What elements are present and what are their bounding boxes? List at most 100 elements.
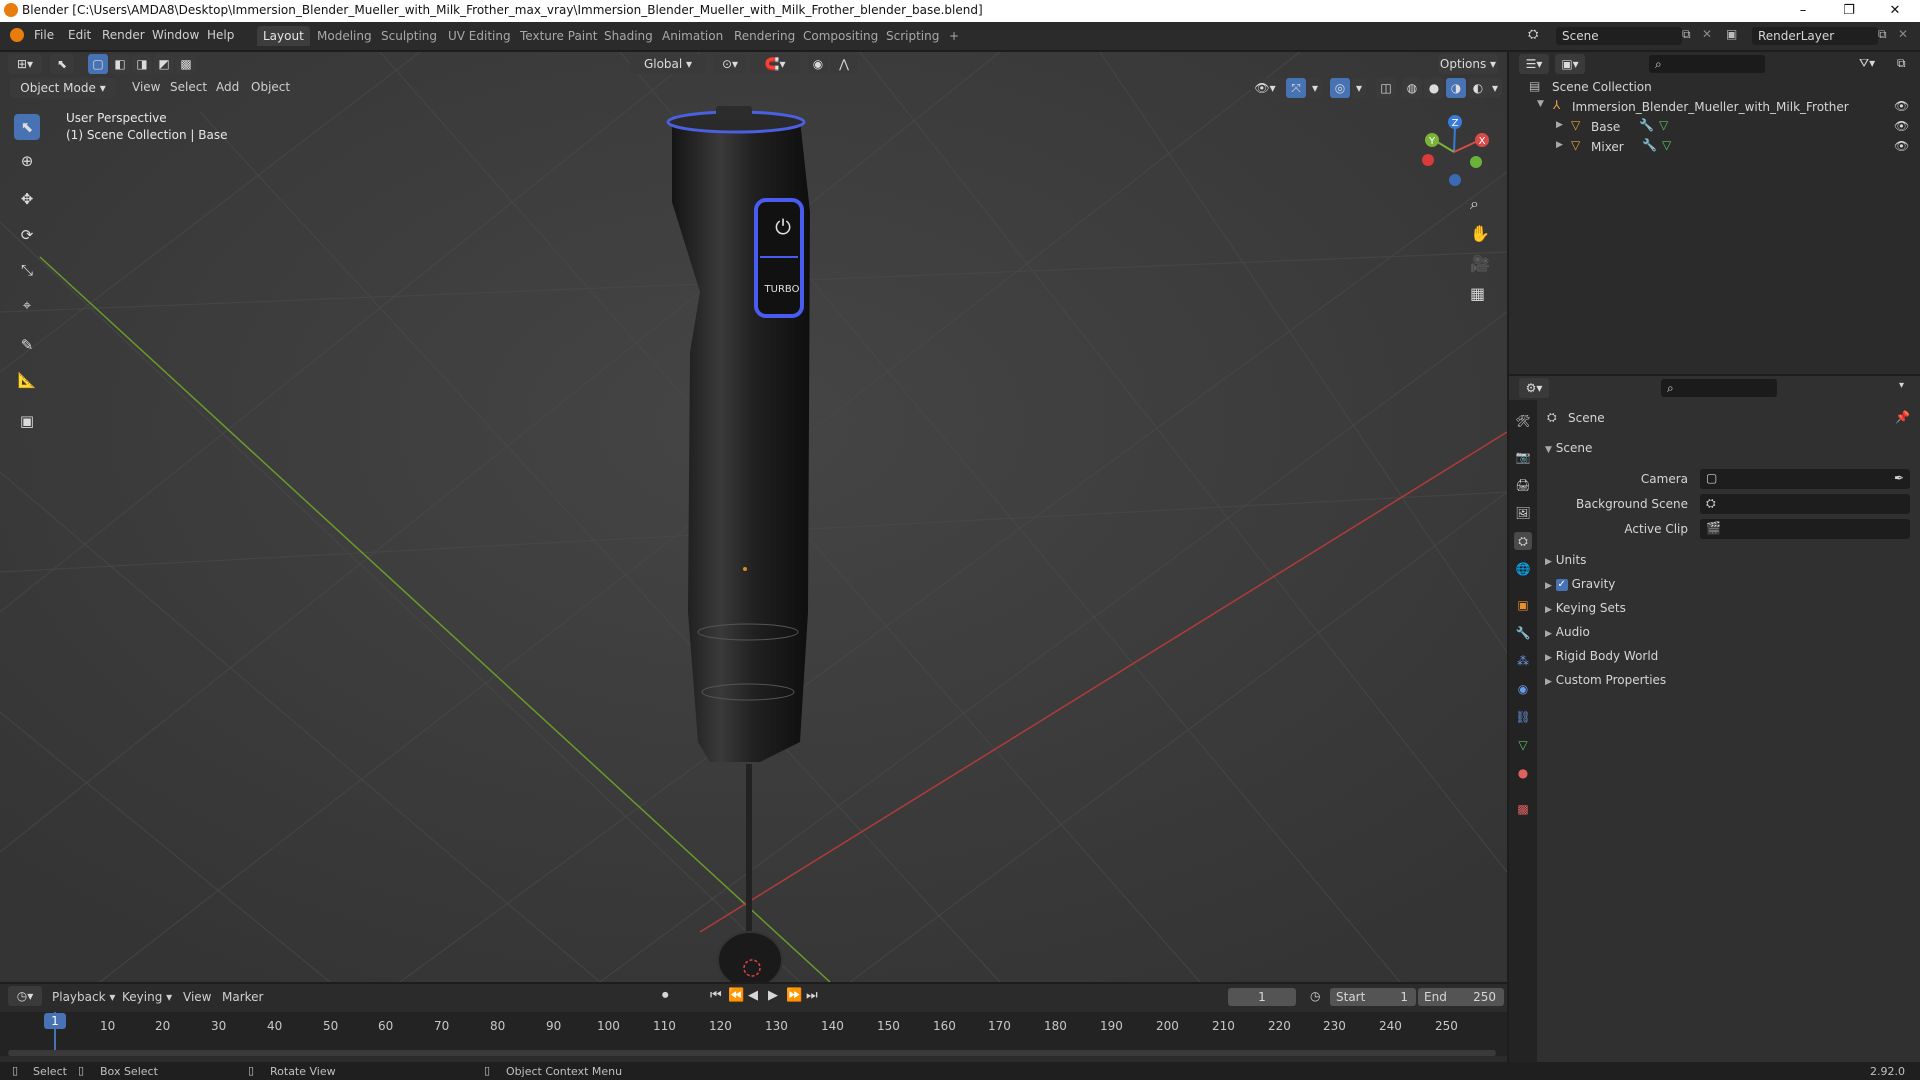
outliner-item-mixer[interactable]: Mixer bbox=[1591, 140, 1624, 154]
jump-keyframe-back-icon[interactable]: ⏪ bbox=[728, 988, 744, 1003]
current-frame-field[interactable]: 1 bbox=[1228, 988, 1296, 1006]
start-frame-field[interactable]: Start 1 bbox=[1330, 988, 1416, 1006]
pivot-point-icon[interactable]: ⊙▾ bbox=[714, 54, 746, 74]
overlay-dropdown-icon[interactable]: ▾ bbox=[1352, 78, 1366, 98]
blender-menu-icon[interactable] bbox=[10, 28, 24, 42]
viewport-menu-object[interactable]: Object bbox=[251, 80, 290, 94]
3d-viewport[interactable]: ⏻ TURBO Z X Y User Perspective (1) Scene bbox=[0, 52, 1507, 982]
visibility-eye-icon[interactable]: 👁 bbox=[1894, 99, 1909, 113]
gravity-checkbox[interactable]: ✓ bbox=[1555, 578, 1568, 591]
viewport-menu-select[interactable]: Select bbox=[170, 80, 207, 94]
texture-tab-icon[interactable]: ▩ bbox=[1514, 800, 1532, 818]
eyedropper-icon[interactable]: ✒ bbox=[1894, 471, 1904, 485]
tab-sculpting[interactable]: Sculpting bbox=[375, 26, 443, 46]
visibility-eye-icon[interactable]: 👁 bbox=[1894, 119, 1909, 133]
material-tab-icon[interactable]: ● bbox=[1514, 764, 1532, 782]
background-scene-field[interactable]: ⛭ bbox=[1700, 494, 1910, 514]
snap-icon[interactable]: 🧲▾ bbox=[750, 54, 800, 74]
rotate-tool-icon[interactable]: ⟳ bbox=[14, 222, 40, 248]
annotate-tool-icon[interactable]: ✎ bbox=[14, 332, 40, 358]
new-renderlayer-icon[interactable]: ⧉ bbox=[1878, 27, 1887, 42]
modifier-tab-icon[interactable]: 🔧 bbox=[1514, 624, 1532, 642]
options-dropdown[interactable]: Options ▾ bbox=[1438, 54, 1498, 74]
outliner-editor-type-icon[interactable]: ☰▾ bbox=[1519, 54, 1549, 74]
outliner-search-input[interactable]: ⌕ bbox=[1649, 55, 1765, 73]
menu-file[interactable]: File bbox=[34, 28, 54, 42]
jump-keyframe-forward-icon[interactable]: ⏩ bbox=[786, 988, 802, 1003]
physics-tab-icon[interactable]: ◉ bbox=[1514, 680, 1532, 698]
custom-properties-panel-header[interactable]: ▶ Custom Properties bbox=[1545, 673, 1666, 687]
select-invert-icon[interactable]: ◩ bbox=[154, 54, 174, 74]
viewport-menu-view[interactable]: View bbox=[132, 80, 160, 94]
filter-icon[interactable]: ⛛▾ bbox=[1859, 56, 1875, 71]
expand-chevron-icon[interactable]: ▶ bbox=[1556, 120, 1563, 130]
tool-select-icon[interactable]: ⬉ bbox=[50, 54, 74, 74]
menu-help[interactable]: Help bbox=[207, 28, 234, 42]
current-frame-indicator[interactable]: 1 bbox=[44, 1013, 66, 1029]
auto-keying-icon[interactable]: ⏺ bbox=[662, 988, 669, 1003]
delete-renderlayer-icon[interactable]: ✕ bbox=[1898, 27, 1908, 41]
keying-sets-panel-header[interactable]: ▶ Keying Sets bbox=[1545, 601, 1626, 615]
renderlayer-browse-icon[interactable]: ▣ bbox=[1726, 27, 1737, 41]
jump-end-icon[interactable]: ⏭ bbox=[806, 988, 818, 1003]
solid-shading-icon[interactable]: ● bbox=[1424, 78, 1444, 98]
timeline-menu-marker[interactable]: Marker bbox=[222, 990, 263, 1004]
falloff-icon[interactable]: ⋀ bbox=[830, 54, 858, 74]
properties-search-input[interactable]: ⌕ bbox=[1661, 379, 1777, 397]
camera-field[interactable]: ▢ ✒ bbox=[1700, 469, 1910, 489]
view-layer-tab-icon[interactable]: 🖼 bbox=[1514, 504, 1532, 522]
tool-tab-icon[interactable]: 🛠 bbox=[1514, 412, 1532, 430]
wireframe-shading-icon[interactable]: ◍ bbox=[1402, 78, 1422, 98]
select-subtract-icon[interactable]: ◨ bbox=[132, 54, 152, 74]
add-workspace-button[interactable]: + bbox=[943, 26, 965, 46]
tab-texture-paint[interactable]: Texture Paint bbox=[514, 26, 603, 46]
play-icon[interactable]: ▶ bbox=[768, 988, 778, 1003]
pan-hand-icon[interactable]: ✋ bbox=[1470, 224, 1490, 243]
modifier-wrench-icon[interactable]: 🔧 bbox=[1642, 138, 1657, 152]
transform-tool-icon[interactable]: ⌖ bbox=[14, 292, 40, 318]
gizmo-dropdown-icon[interactable]: ▾ bbox=[1308, 78, 1322, 98]
expand-chevron-icon[interactable]: ▶ bbox=[1556, 140, 1563, 150]
select-tool-icon[interactable]: ⬉ bbox=[14, 114, 40, 140]
delete-scene-icon[interactable]: ✕ bbox=[1702, 27, 1712, 41]
timeline-menu-view[interactable]: View bbox=[183, 990, 211, 1004]
cursor-tool-icon[interactable]: ⊕ bbox=[14, 148, 40, 174]
object-tab-icon[interactable]: ▣ bbox=[1514, 596, 1532, 614]
play-reverse-icon[interactable]: ◀ bbox=[748, 988, 758, 1003]
select-extend-icon[interactable]: ◧ bbox=[110, 54, 130, 74]
scene-section-header[interactable]: ▼ Scene bbox=[1545, 441, 1592, 455]
shading-dropdown-icon[interactable]: ▾ bbox=[1488, 78, 1502, 98]
properties-editor-type-icon[interactable]: ⚙▾ bbox=[1519, 378, 1549, 398]
timeline-editor-type-icon[interactable]: ◷▾ bbox=[8, 986, 42, 1006]
scene-browse-icon[interactable]: ⛭ bbox=[1528, 27, 1538, 42]
ortho-grid-icon[interactable]: ▦ bbox=[1470, 284, 1485, 303]
end-frame-field[interactable]: End 250 bbox=[1418, 988, 1504, 1006]
minimize-button[interactable]: – bbox=[1780, 0, 1826, 22]
mesh-data-icon[interactable]: ▽ bbox=[1662, 138, 1671, 152]
zoom-icon[interactable]: ⌕ bbox=[1470, 194, 1479, 214]
particles-tab-icon[interactable]: ⁂ bbox=[1514, 652, 1532, 670]
timeline-menu-keying[interactable]: Keying ▾ bbox=[122, 990, 172, 1004]
render-tab-icon[interactable]: 📷 bbox=[1514, 448, 1532, 466]
menu-edit[interactable]: Edit bbox=[68, 28, 91, 42]
close-button[interactable]: ✕ bbox=[1872, 0, 1918, 22]
viewport-menu-add[interactable]: Add bbox=[216, 80, 239, 94]
output-tab-icon[interactable]: 🖨 bbox=[1514, 476, 1532, 494]
overlay-toggle-icon[interactable]: ◎ bbox=[1330, 78, 1350, 98]
menu-window[interactable]: Window bbox=[152, 28, 199, 42]
tab-compositing[interactable]: Compositing bbox=[797, 26, 884, 46]
new-scene-icon[interactable]: ⧉ bbox=[1682, 27, 1691, 42]
camera-view-icon[interactable]: 🎥 bbox=[1470, 254, 1490, 273]
visibility-eye-icon[interactable]: 👁 bbox=[1894, 139, 1909, 153]
pin-icon[interactable]: 📌 bbox=[1895, 410, 1910, 424]
scale-tool-icon[interactable]: ⤡ bbox=[14, 257, 40, 283]
tab-uv-editing[interactable]: UV Editing bbox=[442, 26, 517, 46]
tab-scripting[interactable]: Scripting bbox=[880, 26, 945, 46]
proportional-edit-icon[interactable]: ◉ bbox=[808, 54, 828, 74]
constraints-tab-icon[interactable]: ⛓ bbox=[1514, 708, 1532, 726]
active-clip-field[interactable]: 🎬 bbox=[1700, 519, 1910, 539]
timeline-menu-playback[interactable]: Playback ▾ bbox=[52, 990, 115, 1004]
units-panel-header[interactable]: ▶ Units bbox=[1545, 553, 1586, 567]
outliner-item-base[interactable]: Base bbox=[1591, 120, 1620, 134]
mode-dropdown[interactable]: Object Mode ▾ bbox=[10, 78, 116, 98]
